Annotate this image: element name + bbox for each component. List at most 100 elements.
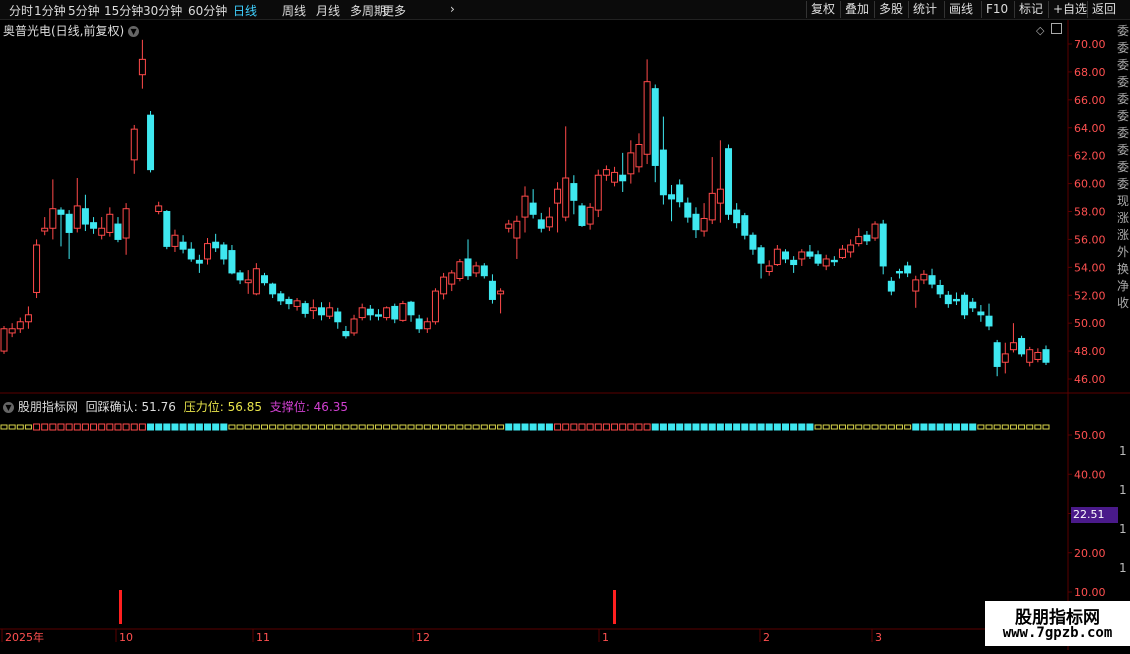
toolbar-button-4[interactable]: 画线 xyxy=(944,1,981,18)
candle-body[interactable] xyxy=(293,300,301,307)
candle-body[interactable] xyxy=(529,202,537,215)
candle-body[interactable] xyxy=(252,268,260,295)
candle-body[interactable] xyxy=(106,213,114,233)
candle-body[interactable] xyxy=(24,314,32,323)
candle-body[interactable] xyxy=(269,283,277,295)
candle-body[interactable] xyxy=(155,205,163,213)
candle-body[interactable] xyxy=(220,244,228,260)
candle-body[interactable] xyxy=(920,273,928,281)
candle-body[interactable] xyxy=(73,205,81,229)
candle-body[interactable] xyxy=(594,174,602,211)
candle-body[interactable] xyxy=(537,219,545,229)
candle-body[interactable] xyxy=(847,244,855,253)
candle-body[interactable] xyxy=(480,265,488,277)
candle-body[interactable] xyxy=(895,271,903,274)
panel-icon[interactable] xyxy=(1050,23,1062,34)
tab-4[interactable]: 30分钟 xyxy=(143,2,182,19)
candle-body[interactable] xyxy=(342,331,350,337)
candle-body[interactable] xyxy=(285,298,293,305)
candle-body[interactable] xyxy=(488,280,496,300)
candle-body[interactable] xyxy=(228,250,236,274)
candle-body[interactable] xyxy=(887,280,895,292)
candle-body[interactable] xyxy=(798,251,806,260)
candle-body[interactable] xyxy=(912,279,920,292)
tab-10[interactable]: 更多 xyxy=(382,2,406,19)
toolbar-button-1[interactable]: 叠加 xyxy=(840,1,874,18)
candle-body[interactable] xyxy=(90,222,98,229)
candle-body[interactable] xyxy=(204,243,212,260)
candle-body[interactable] xyxy=(700,217,708,232)
candle-body[interactable] xyxy=(749,234,757,250)
candle-body[interactable] xyxy=(814,254,822,264)
candle-body[interactable] xyxy=(317,307,325,316)
candle-body[interactable] xyxy=(122,208,130,239)
candle-body[interactable] xyxy=(374,314,382,317)
tab-0[interactable]: 分时 xyxy=(9,2,33,19)
toolbar-button-2[interactable]: 多股 xyxy=(874,1,908,18)
candle-body[interactable] xyxy=(98,227,106,236)
candle-body[interactable] xyxy=(415,318,423,330)
candle-body[interactable] xyxy=(423,321,431,330)
candle-body[interactable] xyxy=(879,223,887,267)
candle-body[interactable] xyxy=(163,211,171,247)
toolbar-button-5[interactable]: F10 xyxy=(981,1,1014,18)
candle-body[interactable] xyxy=(187,248,195,260)
candle-body[interactable] xyxy=(928,275,936,285)
toolbar-button-8[interactable]: 返回 xyxy=(1087,1,1121,18)
candle-body[interactable] xyxy=(1026,349,1034,363)
candle-body[interactable] xyxy=(171,234,179,247)
tab-2[interactable]: 5分钟 xyxy=(68,2,100,19)
candle-body[interactable] xyxy=(782,251,789,260)
candle-body[interactable] xyxy=(684,202,692,218)
candle-body[interactable] xyxy=(0,328,8,352)
candle-body[interactable] xyxy=(195,259,203,264)
candle-body[interactable] xyxy=(334,311,342,323)
candle-body[interactable] xyxy=(635,144,643,168)
candle-body[interactable] xyxy=(643,81,651,155)
candle-body[interactable] xyxy=(301,303,309,314)
candle-body[interactable] xyxy=(212,241,220,249)
tab-3[interactable]: 15分钟 xyxy=(104,2,143,19)
diamond-icon[interactable]: ◇ xyxy=(1036,24,1044,37)
tab-1[interactable]: 1分钟 xyxy=(34,2,66,19)
candle-body[interactable] xyxy=(993,342,1001,367)
candle-body[interactable] xyxy=(431,290,439,323)
candle-body[interactable] xyxy=(830,259,838,263)
candle-body[interactable] xyxy=(391,305,399,320)
candle-body[interactable] xyxy=(41,227,49,232)
candle-body[interactable] xyxy=(407,301,415,316)
candle-body[interactable] xyxy=(855,236,863,245)
candle-body[interactable] xyxy=(114,223,122,240)
candle-body[interactable] xyxy=(725,148,733,215)
candle-body[interactable] xyxy=(1018,338,1026,355)
candle-body[interactable] xyxy=(627,152,635,175)
candle-body[interactable] xyxy=(16,321,24,330)
candle-body[interactable] xyxy=(838,248,846,259)
tab-9[interactable]: 多周期 xyxy=(350,2,386,19)
candle-body[interactable] xyxy=(513,220,521,239)
candle-body[interactable] xyxy=(936,284,944,295)
candle-body[interactable] xyxy=(733,209,741,224)
candle-body[interactable] xyxy=(716,188,724,204)
candle-body[interactable] xyxy=(619,174,627,182)
candle-body[interactable] xyxy=(81,208,89,225)
candle-body[interactable] xyxy=(668,194,676,200)
candle-body[interactable] xyxy=(472,265,480,274)
candle-body[interactable] xyxy=(806,251,814,257)
candle-body[interactable] xyxy=(659,149,667,196)
candle-body[interactable] xyxy=(562,177,570,218)
candle-body[interactable] xyxy=(440,276,448,295)
candle-body[interactable] xyxy=(497,290,505,295)
candle-body[interactable] xyxy=(1042,349,1050,363)
candle-body[interactable] xyxy=(464,258,472,277)
candle-body[interactable] xyxy=(456,261,464,279)
candle-body[interactable] xyxy=(326,307,334,317)
candle-body[interactable] xyxy=(448,272,456,285)
candle-body[interactable] xyxy=(33,244,41,293)
candle-body[interactable] xyxy=(65,213,73,233)
candle-body[interactable] xyxy=(179,241,187,250)
candle-body[interactable] xyxy=(969,301,977,309)
candle-body[interactable] xyxy=(977,311,985,316)
candle-body[interactable] xyxy=(8,328,16,334)
candle-body[interactable] xyxy=(505,223,513,229)
